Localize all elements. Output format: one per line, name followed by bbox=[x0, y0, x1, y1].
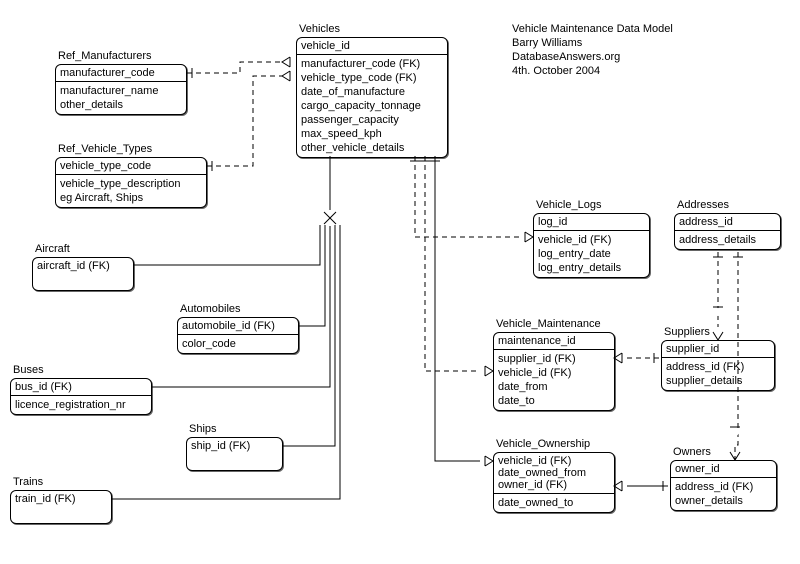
pk-col: automobile_id (FK) bbox=[182, 320, 294, 332]
entity-vehicle-maintenance: Vehicle_Maintenance maintenance_id suppl… bbox=[493, 332, 615, 411]
erd-canvas: Vehicle Maintenance Data Model Barry Wil… bbox=[0, 0, 800, 564]
entity-title: Vehicle_Logs bbox=[536, 199, 601, 211]
entity-title: Suppliers bbox=[664, 326, 710, 338]
rel-vehicles-logs bbox=[410, 156, 533, 242]
entity-addresses: Addresses address_id address_details bbox=[674, 213, 781, 250]
rel-buses-vehicles bbox=[152, 226, 330, 387]
rel-vehicles-ownership bbox=[430, 156, 493, 466]
entity-title: Ref_Manufacturers bbox=[58, 50, 152, 62]
pk-col: bus_id (FK) bbox=[15, 381, 147, 393]
attr: max_speed_kph bbox=[301, 127, 443, 141]
pk-col: aircraft_id (FK) bbox=[37, 260, 129, 272]
rel-refmfr-vehicles bbox=[187, 57, 290, 78]
entity-aircraft: Aircraft aircraft_id (FK) bbox=[32, 257, 134, 291]
attr: supplier_details bbox=[666, 374, 770, 388]
pk-col: vehicle_id (FK) bbox=[498, 455, 610, 467]
pk-col: vehicle_id bbox=[301, 40, 443, 52]
entity-title: Buses bbox=[13, 364, 44, 376]
pk-col: manufacturer_code bbox=[60, 67, 182, 79]
attr: log_entry_details bbox=[538, 261, 645, 275]
entity-ref-vehicle-types: Ref_Vehicle_Types vehicle_type_code vehi… bbox=[55, 157, 207, 208]
attr: date_owned_to bbox=[498, 496, 610, 510]
attr: address_id (FK) bbox=[675, 480, 772, 494]
entity-vehicles: Vehicles vehicle_id manufacturer_code (F… bbox=[296, 37, 448, 158]
pk-col: owner_id (FK) bbox=[498, 479, 610, 491]
entity-automobiles: Automobiles automobile_id (FK) color_cod… bbox=[177, 317, 299, 354]
rel-vehicles-maintenance bbox=[420, 156, 493, 376]
entity-title: Vehicle_Ownership bbox=[496, 438, 590, 450]
diagram-title: Vehicle Maintenance Data Model bbox=[512, 22, 673, 36]
entity-title: Ships bbox=[189, 423, 217, 435]
attr: address_details bbox=[679, 233, 776, 247]
attr: date_from bbox=[498, 380, 610, 394]
rel-aircraft-vehicles bbox=[134, 225, 320, 265]
diagram-meta: Vehicle Maintenance Data Model Barry Wil… bbox=[512, 22, 673, 78]
rel-automobiles-vehicles bbox=[299, 225, 325, 326]
attr: supplier_id (FK) bbox=[498, 352, 610, 366]
entity-trains: Trains train_id (FK) bbox=[10, 490, 112, 524]
pk-col: ship_id (FK) bbox=[191, 440, 278, 452]
attr: passenger_capacity bbox=[301, 113, 443, 127]
entity-suppliers: Suppliers supplier_id address_id (FK) su… bbox=[661, 340, 775, 391]
entity-ref-manufacturers: Ref_Manufacturers manufacturer_code manu… bbox=[55, 64, 187, 115]
pk-col: address_id bbox=[679, 216, 776, 228]
diagram-site: DatabaseAnswers.org bbox=[512, 50, 673, 64]
attr: cargo_capacity_tonnage bbox=[301, 99, 443, 113]
pk-col: supplier_id bbox=[666, 343, 770, 355]
attr: manufacturer_code (FK) bbox=[301, 57, 443, 71]
attr: licence_registration_nr bbox=[15, 398, 147, 412]
attr: date_of_manufacture bbox=[301, 85, 443, 99]
entity-ships: Ships ship_id (FK) bbox=[186, 437, 283, 471]
attr: other_details bbox=[60, 98, 182, 112]
rel-suppliers-maintenance bbox=[614, 353, 659, 363]
attr: vehicle_type_code (FK) bbox=[301, 71, 443, 85]
entity-title: Automobiles bbox=[180, 303, 241, 315]
attr: vehicle_id (FK) bbox=[498, 366, 610, 380]
entity-title: Owners bbox=[673, 446, 711, 458]
attr: owner_details bbox=[675, 494, 772, 508]
pk-col: date_owned_from bbox=[498, 467, 610, 479]
entity-title: Trains bbox=[13, 476, 43, 488]
rel-owners-ownership bbox=[614, 481, 668, 491]
entity-buses: Buses bus_id (FK) licence_registration_n… bbox=[10, 378, 152, 415]
attr: address_id (FK) bbox=[666, 360, 770, 374]
entity-title: Aircraft bbox=[35, 243, 70, 255]
attr: manufacturer_name bbox=[60, 84, 182, 98]
rel-reftype-vehicles bbox=[207, 71, 290, 171]
attr: vehicle_type_description bbox=[60, 177, 202, 191]
entity-title: Vehicle_Maintenance bbox=[496, 318, 601, 330]
pk-col: maintenance_id bbox=[498, 335, 610, 347]
pk-col: vehicle_type_code bbox=[60, 160, 202, 172]
rel-addresses-suppliers bbox=[713, 252, 723, 340]
attr: log_entry_date bbox=[538, 247, 645, 261]
attr: color_code bbox=[182, 337, 294, 351]
pk-col: train_id (FK) bbox=[15, 493, 107, 505]
entity-title: Ref_Vehicle_Types bbox=[58, 143, 152, 155]
pk-col: owner_id bbox=[675, 463, 772, 475]
attr: eg Aircraft, Ships bbox=[60, 191, 202, 205]
diagram-date: 4th. October 2004 bbox=[512, 64, 673, 78]
attr: date_to bbox=[498, 394, 610, 408]
pk-col: log_id bbox=[538, 216, 645, 228]
diagram-author: Barry Williams bbox=[512, 36, 673, 50]
entity-title: Addresses bbox=[677, 199, 729, 211]
attr: vehicle_id (FK) bbox=[538, 233, 645, 247]
entity-vehicle-logs: Vehicle_Logs log_id vehicle_id (FK) log_… bbox=[533, 213, 650, 278]
entity-owners: Owners owner_id address_id (FK) owner_de… bbox=[670, 460, 777, 511]
attr: other_vehicle_details bbox=[301, 141, 443, 155]
entity-title: Vehicles bbox=[299, 23, 340, 35]
entity-vehicle-ownership: Vehicle_Ownership vehicle_id (FK) date_o… bbox=[493, 452, 615, 513]
subtype-hub bbox=[322, 156, 338, 226]
